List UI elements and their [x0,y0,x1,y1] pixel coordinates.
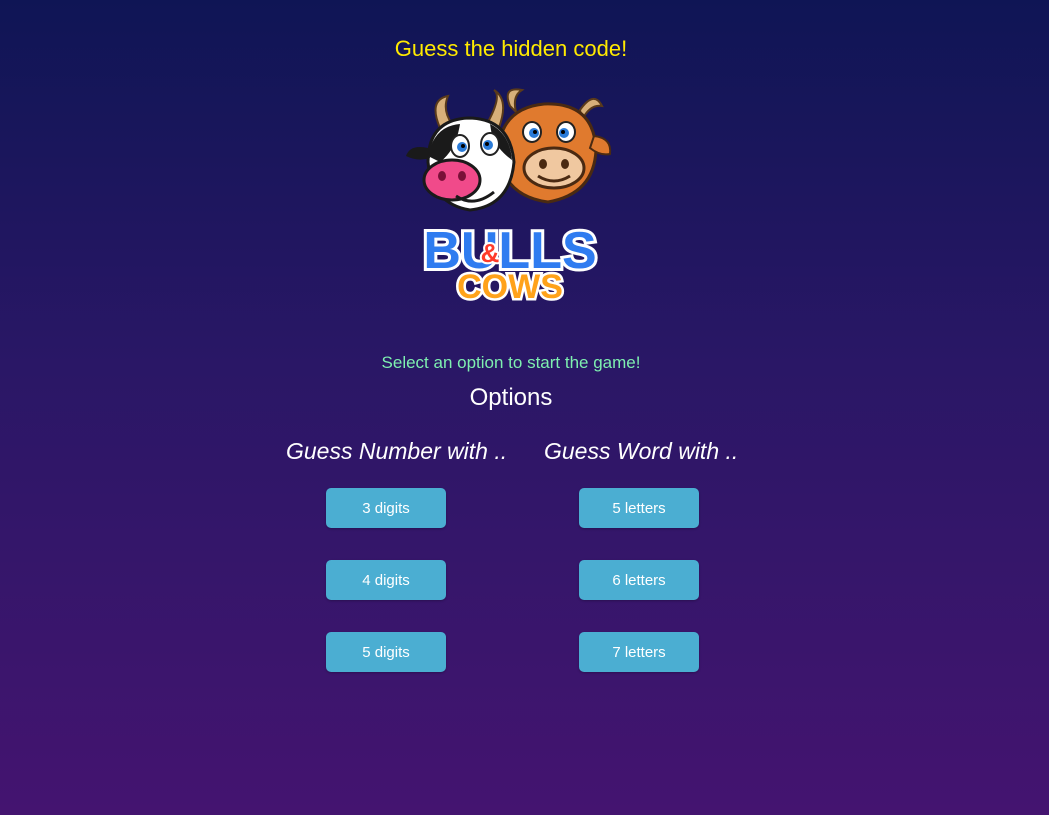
five-digits-button[interactable]: 5 digits [326,632,446,672]
logo-wordmark: BULLS & COWS [420,219,599,308]
orange-cow-icon [496,88,612,204]
guess-word-heading: Guess Word with .. [544,438,739,464]
black-white-cow-icon [406,89,516,212]
six-letters-button[interactable]: 6 letters [579,560,699,600]
guess-number-heading: Guess Number with .. [286,438,508,464]
four-digits-button[interactable]: 4 digits [326,560,446,600]
three-digits-button[interactable]: 3 digits [326,488,446,528]
svg-text:COWS: COWS [457,268,563,306]
svg-text:&: & [481,238,500,268]
seven-letters-button[interactable]: 7 letters [579,632,699,672]
start-prompt: Select an option to start the game! [381,353,641,372]
page-subtitle: Guess the hidden code! [394,36,628,61]
five-letters-button[interactable]: 5 letters [579,488,699,528]
bulls-and-cows-logo: BULLS & COWS [406,88,612,308]
options-heading: Options [469,384,553,411]
